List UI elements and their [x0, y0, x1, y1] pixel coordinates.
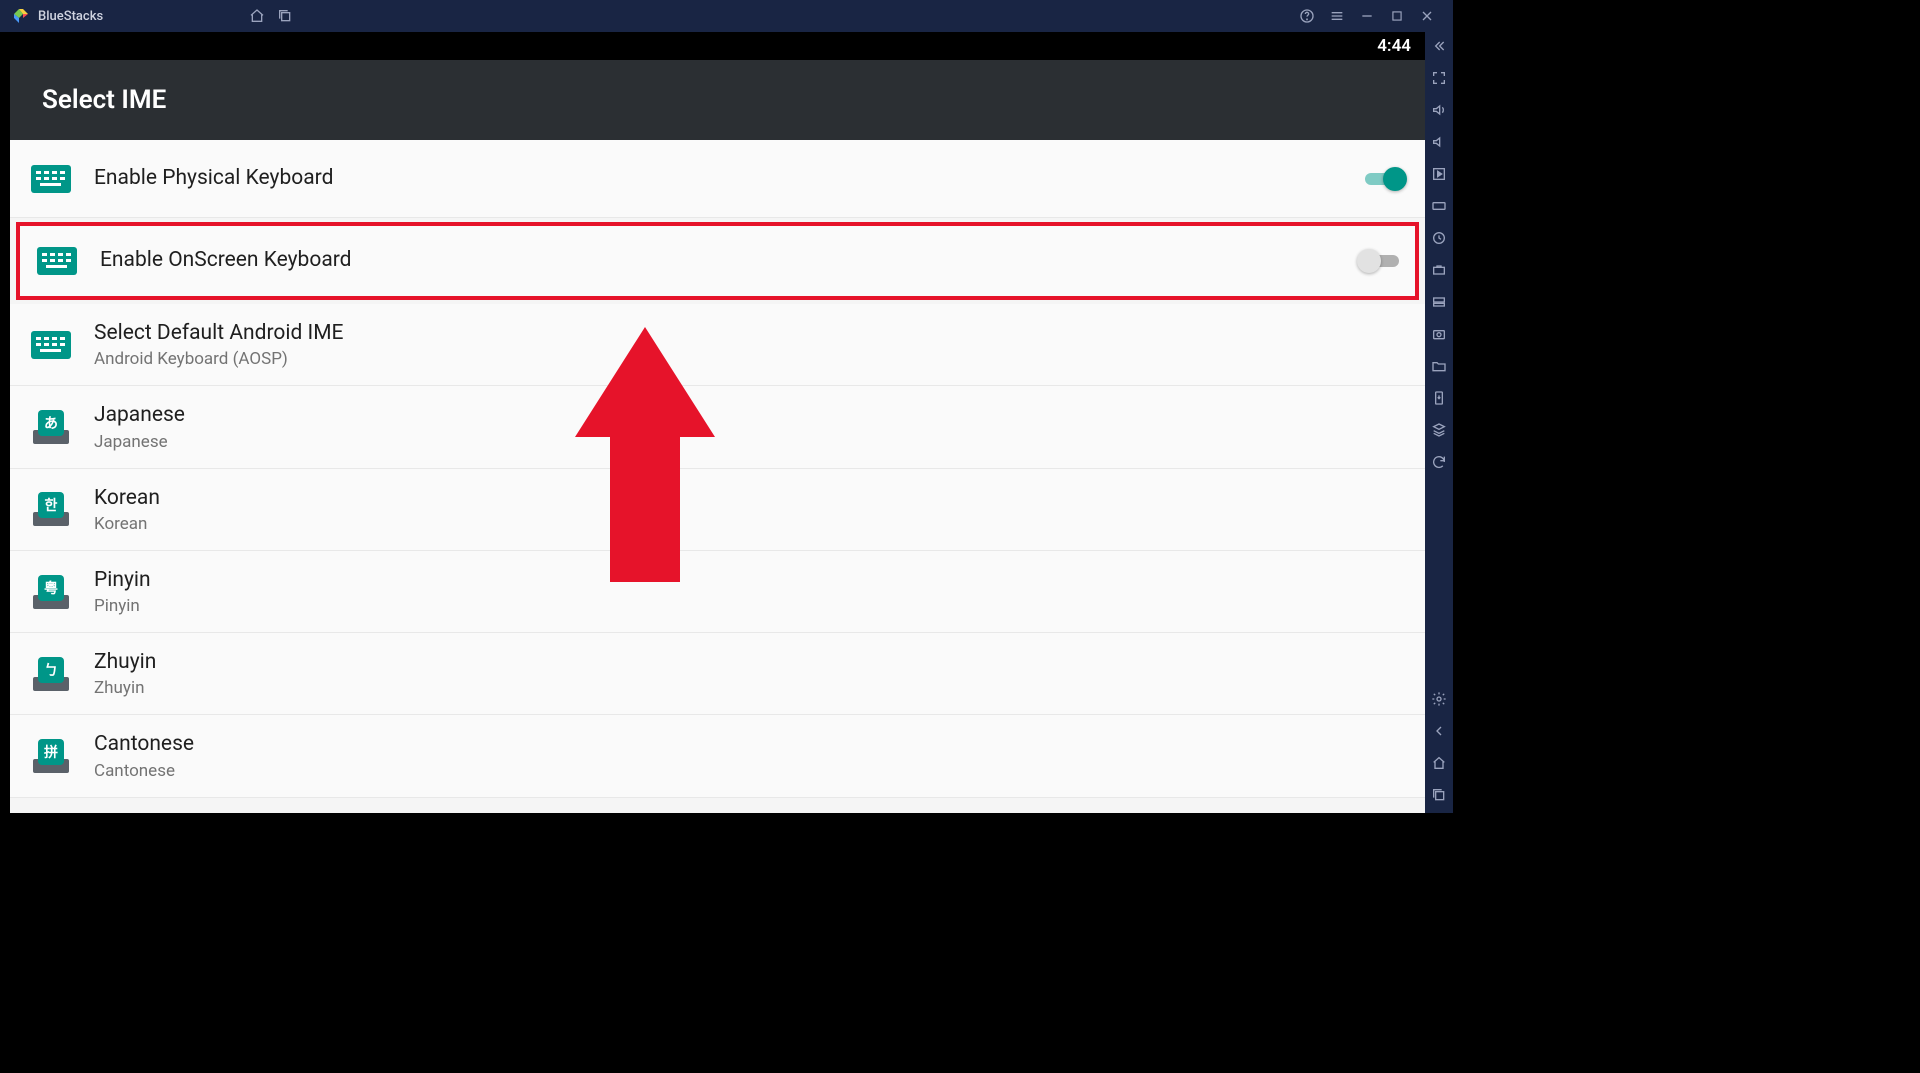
screenshot-icon[interactable] [1429, 324, 1449, 344]
row-subtitle: Pinyin [94, 596, 1407, 616]
close-icon[interactable] [1413, 2, 1441, 30]
row-title: Select Default Android IME [94, 320, 1407, 347]
maximize-icon[interactable] [1383, 2, 1411, 30]
ime-lang-icon: 粤 [31, 575, 71, 609]
menu-icon[interactable] [1323, 2, 1351, 30]
ime-lang-icon: 한 [31, 492, 71, 526]
volume-down-icon[interactable] [1429, 132, 1449, 152]
toolbox-icon[interactable] [1429, 260, 1449, 280]
home-icon[interactable] [243, 2, 271, 30]
row-subtitle: Japanese [94, 432, 1407, 452]
row-subtitle: Korean [94, 514, 1407, 534]
recents-icon[interactable] [1429, 785, 1449, 805]
row-enable-physical-keyboard[interactable]: Enable Physical Keyboard [10, 140, 1425, 218]
fullscreen-icon[interactable] [1429, 68, 1449, 88]
app-title: BlueStacks [38, 9, 103, 24]
row-ime-pinyin[interactable]: 粤 Pinyin Pinyin [10, 551, 1425, 633]
collapse-icon[interactable] [1429, 36, 1449, 56]
row-select-default-ime[interactable]: Select Default Android IME Android Keybo… [10, 304, 1425, 386]
android-status-bar: 4:44 [10, 32, 1425, 60]
multi-instance-icon[interactable] [1429, 420, 1449, 440]
row-subtitle: Android Keyboard (AOSP) [94, 349, 1407, 369]
page-header: Select IME [10, 60, 1425, 140]
titlebar: BlueStacks [0, 0, 1453, 32]
volume-up-icon[interactable] [1429, 100, 1449, 120]
row-ime-korean[interactable]: 한 Korean Korean [10, 469, 1425, 551]
rotate-icon[interactable] [1429, 452, 1449, 472]
row-title: Enable OnScreen Keyboard [100, 247, 1357, 274]
folder-icon[interactable] [1429, 356, 1449, 376]
toggle-physical-keyboard[interactable] [1363, 165, 1407, 193]
row-title: Enable Physical Keyboard [94, 165, 1363, 192]
status-clock: 4:44 [1377, 36, 1411, 56]
row-ime-cantonese[interactable]: 拼 Cantonese Cantonese [10, 715, 1425, 797]
macro-icon[interactable] [1429, 164, 1449, 184]
install-apk-icon[interactable] [1429, 388, 1449, 408]
page-title: Select IME [42, 85, 166, 115]
help-icon[interactable] [1293, 2, 1321, 30]
library-icon[interactable] [271, 2, 299, 30]
row-title: Cantonese [94, 731, 1407, 758]
android-home-icon[interactable] [1429, 753, 1449, 773]
game-controls-icon[interactable] [1429, 292, 1449, 312]
row-title: Japanese [94, 402, 1407, 429]
emulator-screen: 4:44 Select IME Enable Physical Keyboard… [10, 32, 1425, 813]
toggle-onscreen-keyboard[interactable] [1357, 247, 1401, 275]
row-ime-zhuyin[interactable]: ㄅ Zhuyin Zhuyin [10, 633, 1425, 715]
side-toolbar [1425, 32, 1453, 813]
ime-lang-icon: 拼 [31, 739, 71, 773]
row-ime-japanese[interactable]: あ Japanese Japanese [10, 386, 1425, 468]
row-title: Zhuyin [94, 649, 1407, 676]
keyboard-icon [31, 165, 71, 193]
row-title: Korean [94, 485, 1407, 512]
back-icon[interactable] [1429, 721, 1449, 741]
row-subtitle: Cantonese [94, 761, 1407, 781]
row-enable-onscreen-keyboard[interactable]: Enable OnScreen Keyboard [16, 222, 1419, 300]
keymap-icon[interactable] [1429, 196, 1449, 216]
ime-lang-icon: ㄅ [31, 657, 71, 691]
keyboard-icon [37, 247, 77, 275]
row-subtitle: Zhuyin [94, 678, 1407, 698]
bluestacks-logo-icon [12, 7, 30, 25]
row-title: Pinyin [94, 567, 1407, 594]
settings-icon[interactable] [1429, 689, 1449, 709]
minimize-icon[interactable] [1353, 2, 1381, 30]
settings-list: Enable Physical Keyboard Enable OnScreen… [10, 140, 1425, 813]
sync-icon[interactable] [1429, 228, 1449, 248]
ime-lang-icon: あ [31, 410, 71, 444]
keyboard-icon [31, 331, 71, 359]
